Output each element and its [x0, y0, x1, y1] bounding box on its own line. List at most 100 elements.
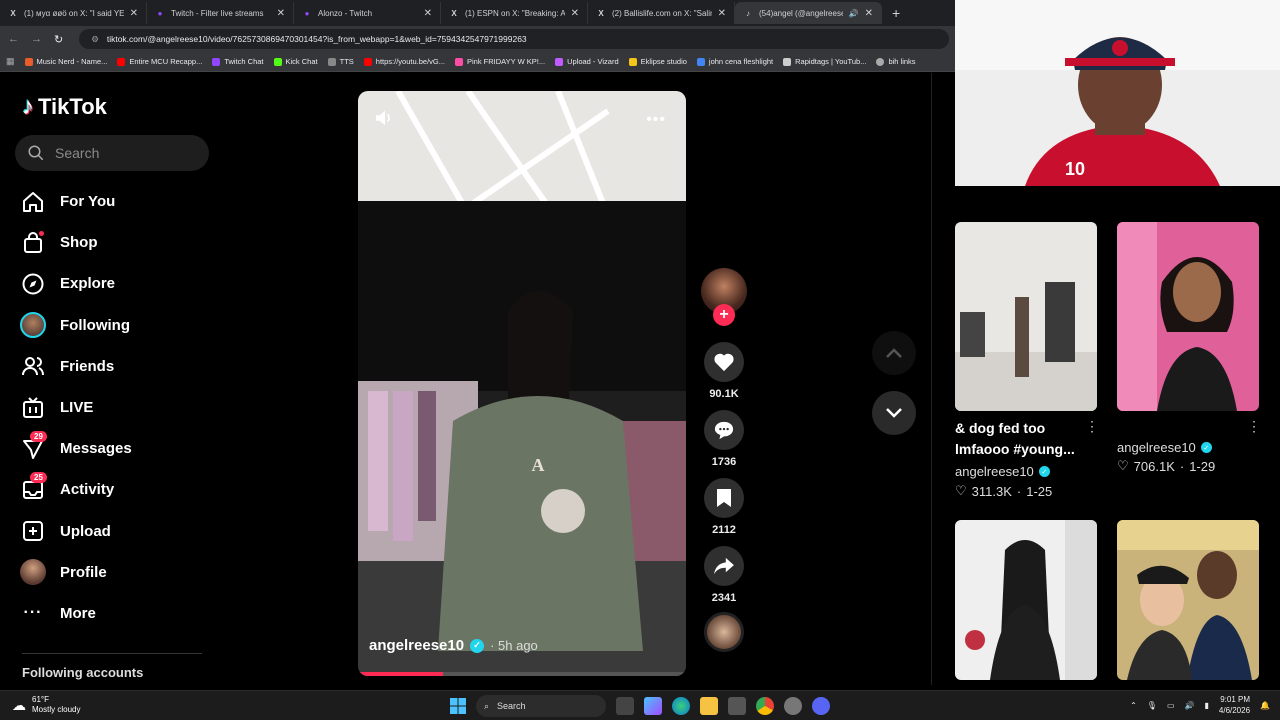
taskbar-search[interactable]: ⌕ Search: [476, 695, 606, 717]
sidebar-item-upload[interactable]: Upload: [20, 511, 220, 552]
like-action[interactable]: 90.1K: [704, 342, 744, 402]
notification-bell-icon[interactable]: 🔔: [1260, 701, 1270, 710]
heart-icon[interactable]: [704, 342, 744, 382]
bookmark[interactable]: john cena fleshlight: [696, 57, 773, 66]
music-disc-icon[interactable]: [704, 612, 744, 652]
bookmark[interactable]: Rapidtags | YouTub...: [783, 57, 866, 66]
store-icon[interactable]: [728, 697, 746, 715]
comment-icon[interactable]: [704, 410, 744, 450]
recommended-video-thumbnail[interactable]: [955, 520, 1097, 680]
microphone-icon[interactable]: 🎙: [1147, 701, 1157, 710]
svg-text:10: 10: [1065, 159, 1085, 179]
recommended-video-author[interactable]: angelreese10 ✓: [955, 464, 1050, 479]
weather-widget[interactable]: ☁ 61°F Mostly cloudy: [12, 695, 80, 715]
settings-gear-icon[interactable]: [784, 697, 802, 715]
browser-tab[interactable]: X (1) ESPN on X: "Breaking: Ange ✕: [441, 2, 588, 24]
recommended-video-thumbnail[interactable]: [955, 222, 1097, 411]
sidebar-item-friends[interactable]: Friends: [20, 346, 220, 387]
discord-icon[interactable]: [812, 697, 830, 715]
video-player[interactable]: A ••• angelreese10 ✓ · 5h ago: [358, 91, 686, 676]
speaker-icon[interactable]: 🔊: [849, 9, 859, 18]
webcam-feed: 10: [955, 0, 1280, 186]
video-progress-bar[interactable]: [358, 672, 686, 676]
share-arrow-icon[interactable]: [704, 546, 744, 586]
edge-icon[interactable]: [672, 697, 690, 715]
browser-tab[interactable]: ● Alonzo - Twitch ✕: [294, 2, 441, 24]
bookmark[interactable]: Twitch Chat: [212, 57, 264, 66]
sidebar-item-profile[interactable]: Profile: [20, 552, 220, 593]
browser-tab[interactable]: X (1) муα øøö on X: "I said YESIII ✕: [0, 2, 147, 24]
recommended-video-title[interactable]: & dog fed too lmfaooo #young...: [955, 418, 1090, 460]
copilot-icon[interactable]: [644, 697, 662, 715]
sidebar-item-more[interactable]: ··· More: [20, 593, 220, 634]
taskbar-clock[interactable]: 9:01 PM 4/6/2026: [1219, 694, 1250, 716]
recommended-video-author[interactable]: angelreese10 ✓: [1117, 440, 1212, 455]
close-tab-icon[interactable]: ✕: [277, 8, 285, 19]
sidebar-item-messages[interactable]: 29 Messages: [20, 428, 220, 469]
battery-icon[interactable]: ▮: [1204, 701, 1208, 710]
bookmark-favicon-icon: [327, 57, 336, 66]
save-action[interactable]: 2112: [704, 478, 744, 538]
creator-avatar[interactable]: +: [701, 268, 747, 326]
more-options-icon[interactable]: •••: [646, 111, 666, 129]
browser-tab-active[interactable]: ♪ (54)angel (@angelreese10) 🔊 ✕: [735, 2, 882, 24]
sidebar-item-live[interactable]: LIVE: [20, 387, 220, 428]
bookmark[interactable]: https://youtu.be/vG...: [363, 57, 445, 66]
apps-grid-icon[interactable]: ▦: [6, 56, 15, 67]
inbox-icon: 25: [20, 471, 47, 503]
close-tab-icon[interactable]: ✕: [571, 8, 579, 19]
chrome-icon[interactable]: [756, 697, 774, 715]
sidebar-item-following[interactable]: Following: [20, 305, 220, 346]
close-tab-icon[interactable]: ✕: [424, 8, 432, 19]
url-field[interactable]: ⚙ tiktok.com/@angelreese10/video/7625730…: [79, 29, 950, 49]
bookmark[interactable]: Pink FRIDAYY W KP!...: [455, 57, 545, 66]
bookmark[interactable]: bih links: [876, 57, 916, 66]
bookmark[interactable]: Kick Chat: [273, 57, 318, 66]
bookmark[interactable]: Entire MCU Recapp...: [117, 57, 202, 66]
sidebar-item-activity[interactable]: 25 Activity: [20, 469, 220, 510]
share-action[interactable]: 2341: [704, 546, 744, 606]
bookmark[interactable]: TTS: [327, 57, 354, 66]
comment-action[interactable]: 1736: [704, 410, 744, 470]
new-tab-button[interactable]: +: [882, 5, 900, 21]
sidebar-item-label: Upload: [60, 522, 111, 540]
network-icon[interactable]: ▭: [1167, 701, 1175, 710]
kebab-menu-icon[interactable]: ⋮: [1247, 418, 1261, 435]
task-view-icon[interactable]: [616, 697, 634, 715]
bookmark[interactable]: Eklipse studio: [628, 57, 687, 66]
browser-tab[interactable]: X (2) Ballislife.com on X: "Salim S ✕: [588, 2, 735, 24]
back-arrow-icon[interactable]: ←: [8, 33, 19, 45]
tray-chevron-up-icon[interactable]: ⌃: [1130, 701, 1137, 710]
speaker-icon[interactable]: 🔊: [1185, 701, 1195, 710]
reload-icon[interactable]: ↻: [54, 33, 63, 46]
panel-divider: [931, 73, 932, 685]
forward-arrow-icon[interactable]: →: [31, 33, 42, 45]
follow-plus-button[interactable]: +: [713, 304, 735, 326]
recommended-video-thumbnail[interactable]: [1117, 222, 1259, 411]
close-tab-icon[interactable]: ✕: [130, 8, 138, 19]
tab-title: (54)angel (@angelreese10): [759, 8, 843, 18]
sidebar-item-for-you[interactable]: For You: [20, 181, 220, 222]
following-accounts-heading: Following accounts: [22, 665, 144, 680]
site-info-icon[interactable]: ⚙: [91, 34, 99, 45]
tiktok-logo[interactable]: ♪ TikTok: [22, 93, 107, 121]
search-input[interactable]: Search: [15, 135, 209, 171]
windows-start-icon[interactable]: [450, 698, 466, 714]
close-tab-icon[interactable]: ✕: [718, 8, 726, 19]
sidebar-item-shop[interactable]: Shop: [20, 222, 220, 263]
kebab-menu-icon[interactable]: ⋮: [1085, 418, 1099, 435]
file-explorer-icon[interactable]: [700, 697, 718, 715]
next-video-button[interactable]: [872, 391, 916, 435]
recommended-video-stats: ♡ 311.3K · 1-25: [955, 483, 1052, 499]
close-tab-icon[interactable]: ✕: [865, 8, 873, 19]
bookmark[interactable]: Music Nerd - Name...: [24, 57, 107, 66]
video-username[interactable]: angelreese10: [369, 637, 464, 654]
bookmark[interactable]: Upload - Vizard: [555, 57, 619, 66]
bookmark-icon[interactable]: [704, 478, 744, 518]
verified-badge-icon: ✓: [1200, 442, 1212, 453]
sidebar-item-explore[interactable]: Explore: [20, 263, 220, 304]
recommended-video-thumbnail[interactable]: [1117, 520, 1259, 680]
browser-tab[interactable]: ● Twitch - Filter live streams ✕: [147, 2, 294, 24]
previous-video-button[interactable]: [872, 331, 916, 375]
volume-icon[interactable]: [374, 109, 396, 132]
